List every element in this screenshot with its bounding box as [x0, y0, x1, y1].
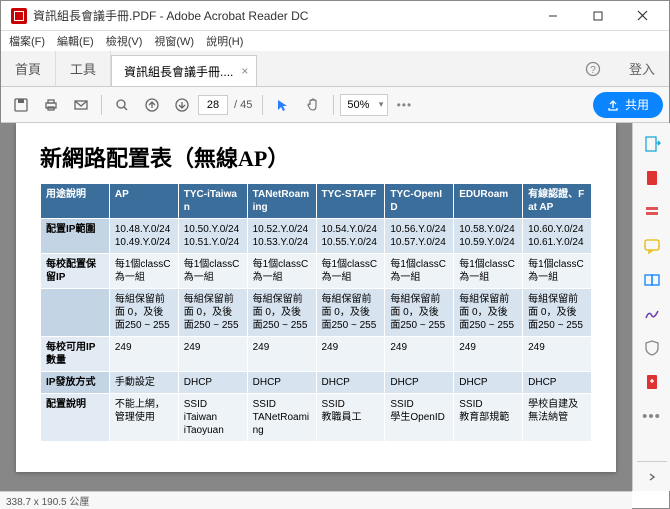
print-icon[interactable]: [37, 91, 65, 119]
minimize-button[interactable]: [530, 2, 575, 30]
search-icon[interactable]: [108, 91, 136, 119]
menu-window[interactable]: 視窗(W): [154, 33, 194, 49]
menubar: 檔案(F) 編輯(E) 檢視(V) 視窗(W) 說明(H): [1, 31, 669, 51]
save-icon[interactable]: [7, 91, 35, 119]
hand-tool-icon[interactable]: [299, 91, 327, 119]
tab-document-label: 資訊組長會議手冊....: [124, 63, 233, 80]
close-button[interactable]: [620, 2, 665, 30]
email-icon[interactable]: [67, 91, 95, 119]
tools-sidebar: •••: [632, 123, 670, 491]
tab-document[interactable]: 資訊組長會議手冊.... ×: [111, 55, 257, 86]
tab-close-icon[interactable]: ×: [241, 64, 248, 78]
document-viewport[interactable]: 新網路配置表（無線AP） 用途說明APTYC-iTaiwanTANetRoami…: [0, 123, 632, 491]
comment-icon[interactable]: [637, 231, 667, 261]
window-title: 資訊組長會議手冊.PDF - Adobe Acrobat Reader DC: [33, 7, 530, 24]
next-page-icon[interactable]: [168, 91, 196, 119]
page-input[interactable]: [198, 95, 228, 115]
app-icon: [11, 8, 27, 24]
tab-home[interactable]: 首頁: [1, 51, 56, 86]
export-pdf-icon[interactable]: [637, 129, 667, 159]
edit-pdf-icon[interactable]: [637, 197, 667, 227]
share-label: 共用: [625, 96, 649, 113]
prev-page-icon[interactable]: [138, 91, 166, 119]
menu-view[interactable]: 檢視(V): [106, 33, 143, 49]
zoom-select[interactable]: 50%: [340, 94, 388, 116]
doc-title: 新網路配置表（無線AP）: [40, 141, 592, 173]
menu-help[interactable]: 說明(H): [206, 33, 243, 49]
compress-icon[interactable]: [637, 367, 667, 397]
config-table: 用途說明APTYC-iTaiwanTANetRoamingTYC-STAFFTY…: [40, 183, 592, 442]
maximize-button[interactable]: [575, 2, 620, 30]
menu-edit[interactable]: 編輯(E): [57, 33, 94, 49]
more-icon[interactable]: •••: [390, 91, 418, 119]
collapse-panel-icon[interactable]: [637, 461, 667, 491]
select-tool-icon[interactable]: [269, 91, 297, 119]
more-tools-icon[interactable]: •••: [637, 401, 667, 431]
combine-icon[interactable]: [637, 265, 667, 295]
status-dimensions: 338.7 x 190.5 公厘: [6, 493, 89, 508]
create-pdf-icon[interactable]: [637, 163, 667, 193]
pdf-page: 新網路配置表（無線AP） 用途說明APTYC-iTaiwanTANetRoami…: [16, 123, 616, 472]
tab-tools[interactable]: 工具: [56, 51, 111, 86]
menu-file[interactable]: 檔案(F): [9, 33, 45, 49]
help-icon[interactable]: ?: [571, 51, 615, 86]
svg-text:?: ?: [590, 65, 596, 76]
page-count: / 45: [234, 99, 252, 111]
sign-icon[interactable]: [637, 299, 667, 329]
share-button[interactable]: 共用: [593, 92, 663, 118]
login-link[interactable]: 登入: [615, 51, 669, 86]
protect-icon[interactable]: [637, 333, 667, 363]
